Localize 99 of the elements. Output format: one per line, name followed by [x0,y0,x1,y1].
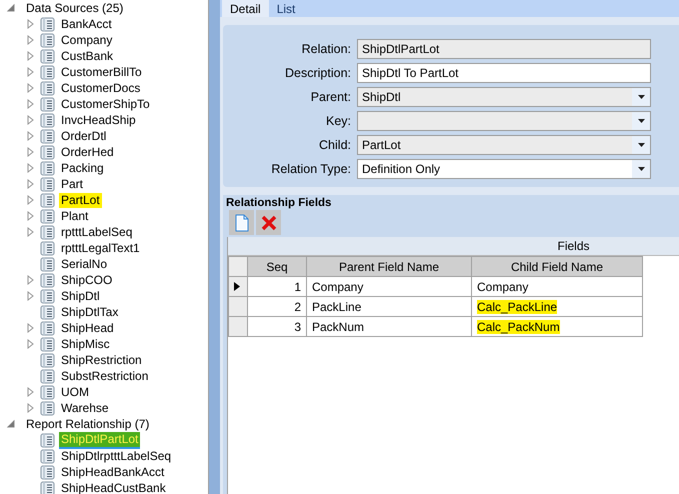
table-icon [40,80,56,96]
dropdown-field[interactable]: ShipDtl [357,87,651,107]
dropdown-arrow-icon [638,95,644,99]
row-pointer-icon [234,282,240,290]
table-icon [40,240,56,256]
table-icon [40,32,56,48]
tree-item[interactable]: SubstRestriction [59,368,150,384]
tree-item[interactable]: Report Relationship (7) [24,416,152,432]
table-icon [40,256,56,272]
tree-item[interactable]: ShipHead [59,320,116,336]
tree-item[interactable]: rptttLegalText1 [59,240,142,256]
table-icon [40,160,56,176]
table-cell: Company [306,276,472,296]
delete-button[interactable] [256,210,281,235]
table-icon [40,144,56,160]
table-icon [40,432,56,448]
table-icon [40,112,56,128]
table-icon [40,368,56,384]
tree-item[interactable]: SerialNo [59,256,110,272]
tree-item[interactable]: CustomerShipTo [59,96,152,112]
field-label: Relation: [300,42,352,56]
tree-item[interactable]: InvcHeadShip [59,112,138,128]
table-icon [40,128,56,144]
tree-item[interactable]: ShipCOO [59,272,114,288]
table-cell: PackNum [306,316,472,336]
tree-item[interactable]: OrderDtl [59,128,108,144]
tree-item[interactable]: Part [59,176,86,192]
tree-item[interactable]: ShipDtl [59,288,102,304]
field-label: Relation Type: [270,162,352,176]
row-header[interactable] [228,276,248,296]
tree-item[interactable]: ShipHeadCustBank [59,480,168,494]
tree-item[interactable]: CustBank [59,48,116,64]
dropdown-field[interactable]: PartLot [357,135,651,155]
table-icon [40,272,56,288]
dropdown-field[interactable]: Definition Only [357,159,651,179]
column-header[interactable]: Parent Field Name [306,256,472,276]
table-icon [40,448,56,464]
table-icon [40,480,56,494]
table-cell: 2 [248,296,306,316]
table-cell: Calc_PackNum [472,316,642,336]
collapse-arrow-icon[interactable] [6,419,16,429]
column-header[interactable]: Child Field Name [472,256,642,276]
table-icon [40,48,56,64]
table-cell: 1 [248,276,306,296]
tree-item[interactable]: OrderHed [59,144,116,160]
tree-item[interactable]: ShipDtlTax [59,304,120,320]
table-icon [40,96,56,112]
tree-item[interactable]: Warehse [59,400,111,416]
table-icon [40,64,56,80]
tree-item[interactable]: ShipDtlrptttLabelSeq [59,448,174,464]
tree-item[interactable]: PartLot [59,192,102,208]
table-icon [40,336,56,352]
input-field[interactable]: ShipDtl To PartLot [357,63,651,83]
delete-icon [260,214,276,230]
tab[interactable]: Detail [222,0,269,17]
collapse-arrow-icon[interactable] [6,3,16,13]
table-icon [40,320,56,336]
table-cell: Calc_PackLine [472,296,642,316]
tree-item[interactable]: Company [59,32,114,48]
tab[interactable]: List [268,0,304,17]
table-icon [40,176,56,192]
group-header: Fields [228,237,679,256]
tree-item[interactable]: rptttLabelSeq [59,224,134,240]
dropdown-field[interactable] [357,111,651,131]
tree-item[interactable]: Packing [59,160,106,176]
new-document-icon [234,214,248,232]
table-icon [40,208,56,224]
table-icon [40,352,56,368]
input-field[interactable]: ShipDtlPartLot [357,39,651,59]
tree-item[interactable]: ShipRestriction [59,352,144,368]
table-icon [40,224,56,240]
tree-item[interactable]: Data Sources (25) [24,0,126,16]
tree-item[interactable]: CustomerBillTo [59,64,144,80]
tree-item[interactable]: BankAcct [59,16,114,32]
field-label: Description: [284,66,352,80]
tree-item[interactable]: UOM [59,384,91,400]
table-icon [40,16,56,32]
table-icon [40,400,56,416]
table-cell: Company [472,276,642,296]
table-cell: PackLine [306,296,472,316]
field-label: Key: [324,114,352,128]
field-label: Child: [318,138,352,152]
tree-item[interactable]: ShipHeadBankAcct [59,464,166,480]
tree-item[interactable]: CustomerDocs [59,80,142,96]
dropdown-arrow-icon [638,167,644,171]
table-icon [40,384,56,400]
table-icon [40,192,56,208]
tree-item[interactable]: Plant [59,208,90,224]
column-header[interactable]: Seq [248,256,306,276]
dropdown-arrow-icon [638,143,644,147]
section-title: Relationship Fields [226,197,332,209]
table-icon [40,288,56,304]
field-label: Parent: [310,90,352,104]
tree-item[interactable]: ShipMisc [59,336,112,352]
table-icon [40,304,56,320]
new-button[interactable] [229,210,254,235]
table-icon [40,464,56,480]
dropdown-arrow-icon [638,119,644,123]
table-cell: 3 [248,316,306,336]
